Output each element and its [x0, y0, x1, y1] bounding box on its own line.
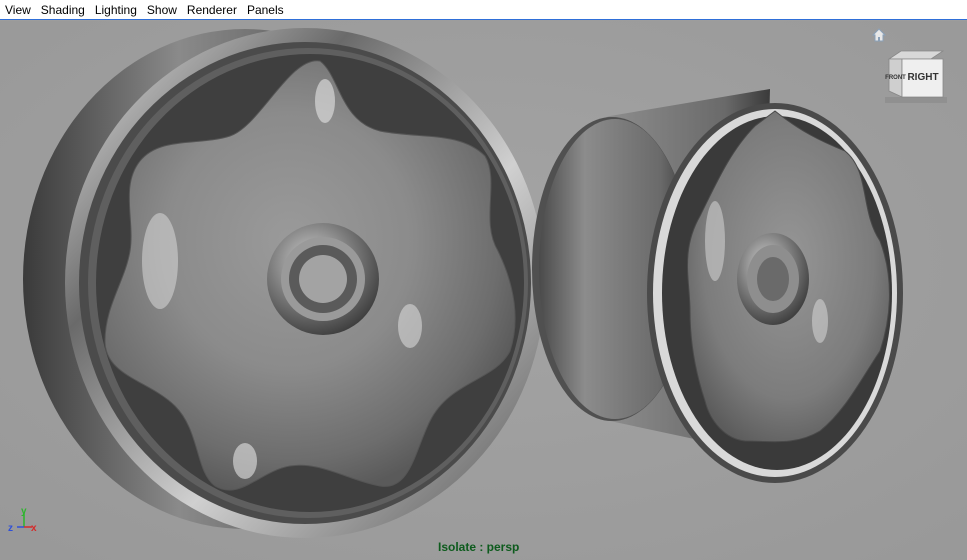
- menu-panels[interactable]: Panels: [242, 0, 289, 20]
- axis-z-label: z: [8, 523, 13, 534]
- menu-renderer[interactable]: Renderer: [182, 0, 242, 20]
- menu-show[interactable]: Show: [142, 0, 182, 20]
- isolate-status: Isolate : persp: [438, 540, 520, 554]
- view-cube[interactable]: FRONT RIGHT: [885, 47, 947, 103]
- axis-y-label: y: [21, 506, 27, 517]
- menu-view[interactable]: View: [0, 0, 36, 20]
- axis-gizmo: y z x: [8, 506, 37, 534]
- home-icon[interactable]: [871, 27, 887, 43]
- viewcube-right-label: RIGHT: [907, 72, 938, 83]
- wheel-scene: [0, 21, 967, 560]
- axis-x-label: x: [31, 523, 37, 534]
- panel-menu-bar: View Shading Lighting Show Renderer Pane…: [0, 0, 967, 20]
- perspective-viewport[interactable]: [0, 21, 967, 560]
- menu-bar-divider: [0, 19, 967, 20]
- viewcube-front-label: FRONT: [885, 75, 906, 81]
- menu-lighting[interactable]: Lighting: [90, 0, 142, 20]
- menu-shading[interactable]: Shading: [36, 0, 90, 20]
